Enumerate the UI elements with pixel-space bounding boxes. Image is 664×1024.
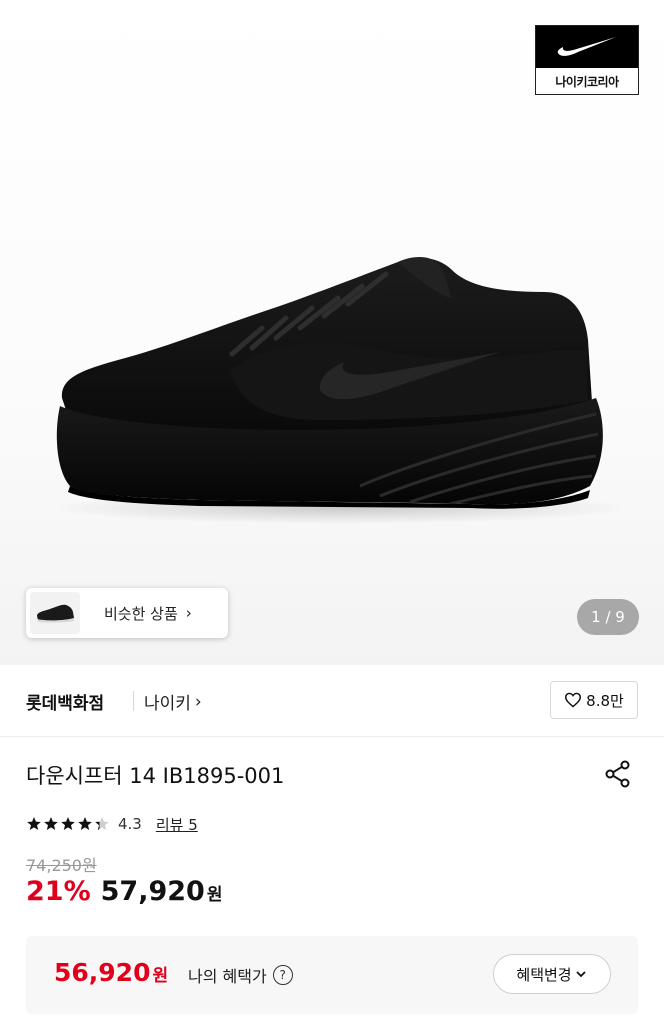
benefit-label: 나의 혜택가 bbox=[188, 967, 267, 986]
original-price: 74,250원 bbox=[26, 856, 97, 875]
benefit-price-value: 56,920 bbox=[54, 958, 151, 987]
similar-products-button[interactable]: 비슷한 상품 › bbox=[26, 588, 228, 638]
chevron-down-icon bbox=[575, 971, 586, 978]
rating-row: 4.3 리뷰 5 bbox=[26, 812, 198, 836]
benefit-label-group: 나의 혜택가 ? bbox=[188, 963, 293, 987]
price-row: 21% 57,920 원 bbox=[26, 876, 222, 907]
star-icon bbox=[78, 817, 92, 830]
heart-icon bbox=[565, 692, 582, 708]
brand-link[interactable]: 나이키 › bbox=[144, 689, 202, 715]
like-count: 8.8만 bbox=[586, 691, 624, 710]
benefit-currency: 원 bbox=[152, 966, 169, 986]
brand-name: 나이키 bbox=[144, 694, 191, 714]
currency-label: 원 bbox=[206, 885, 223, 905]
star-icon bbox=[95, 817, 109, 830]
star-icon bbox=[27, 817, 41, 830]
benefit-price: 56,920 원 bbox=[54, 958, 168, 987]
brand-logo-text: 나이키코리아 bbox=[555, 75, 619, 89]
help-icon[interactable]: ? bbox=[272, 965, 293, 985]
product-image-gallery[interactable]: 나이키코리아 비슷한 상품 › 1 / 9 bbox=[0, 0, 664, 665]
discount-rate: 21% bbox=[26, 876, 91, 907]
sale-price: 57,920 bbox=[100, 876, 205, 907]
chevron-right-icon: › bbox=[185, 604, 192, 622]
review-link[interactable]: 리뷰 5 bbox=[156, 814, 198, 835]
store-name[interactable]: 롯데백화점 bbox=[26, 689, 104, 714]
nike-korea-logo: 나이키코리아 bbox=[535, 25, 639, 95]
star-rating bbox=[26, 816, 110, 832]
similar-product-thumbnail bbox=[30, 592, 80, 634]
like-button[interactable]: 8.8만 bbox=[550, 681, 638, 719]
rating-value: 4.3 bbox=[118, 815, 142, 833]
share-icon[interactable] bbox=[603, 759, 633, 789]
benefit-box: 56,920 원 나의 혜택가 ? 혜택변경 bbox=[26, 936, 638, 1014]
benefit-change-label: 혜택변경 bbox=[516, 965, 572, 984]
store-row: 롯데백화점 나이키 › 8.8만 bbox=[0, 665, 664, 737]
shoe-image bbox=[50, 257, 630, 524]
star-icon bbox=[44, 817, 58, 830]
chevron-right-icon: › bbox=[194, 691, 202, 712]
similar-products-label: 비슷한 상품 bbox=[104, 604, 178, 623]
swoosh-icon bbox=[536, 26, 638, 68]
benefit-change-button[interactable]: 혜택변경 bbox=[493, 954, 611, 994]
image-page-indicator: 1 / 9 bbox=[577, 599, 639, 635]
product-title: 다운시프터 14 IB1895-001 bbox=[26, 764, 285, 788]
divider bbox=[133, 691, 134, 711]
star-icon bbox=[61, 817, 75, 830]
